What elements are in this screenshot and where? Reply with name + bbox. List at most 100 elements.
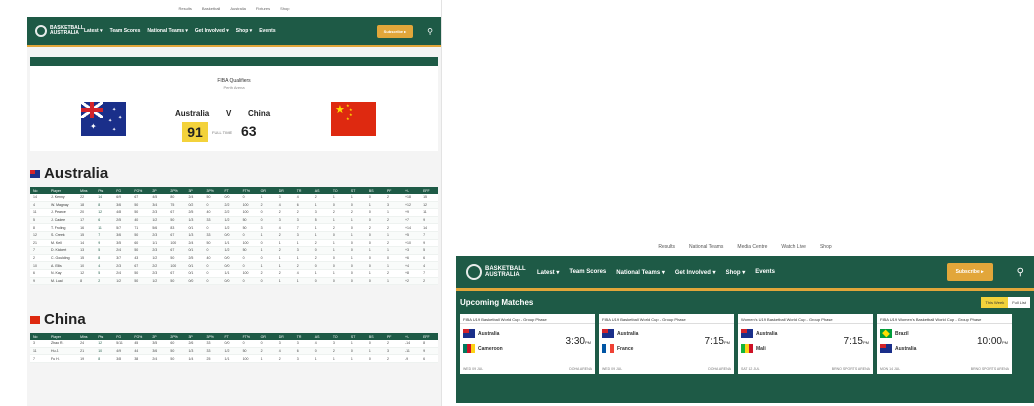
column-header[interactable]: 3P% [204,335,222,339]
player-name-link[interactable]: Fu H. [48,357,77,361]
player-name-link[interactable]: W. Magnay [48,203,77,207]
player-name-link[interactable]: C. Goulding [48,256,77,260]
column-header[interactable]: 3P% [204,189,222,193]
player-name-link[interactable]: J. Pearce [48,210,77,214]
player-name-link[interactable]: N. Kay [48,271,77,275]
search-icon[interactable]: ⚲ [427,27,433,36]
column-header[interactable]: Player [48,189,77,193]
column-header[interactable]: BS [366,335,384,339]
column-header[interactable]: OR [258,335,276,339]
column-header[interactable]: Mins [77,189,95,193]
column-header[interactable]: 2P% [167,189,185,193]
top-link[interactable]: Watch Live [781,244,806,250]
player-name-link[interactable]: M. Lual [48,279,77,283]
search-icon[interactable]: ⚲ [1017,267,1024,278]
nav-item-team-scores[interactable]: Team Scores [569,269,606,276]
table-cell: 9 [423,240,426,245]
nav-item-shop[interactable]: Shop ▾ [726,269,746,276]
player-name-link[interactable]: A. Ellis [48,264,77,268]
column-header[interactable]: PF [384,335,402,339]
nav-item-team-scores[interactable]: Team Scores [110,28,141,34]
nav-item-get-involved[interactable]: Get Involved ▾ [195,28,229,34]
toggle-this-week[interactable]: This Week [981,297,1009,308]
subscribe-button[interactable]: Subscribe ▸ [946,263,993,281]
box-score-body: 3 Zhao R. 24 12 5/11 45 3/5 60 2/6 33 0/0 0 0 3 3 4 3 1 0 2… [30,340,438,363]
column-header[interactable]: Player [48,335,77,339]
player-name-link[interactable]: T. Froling [48,226,77,230]
top-link[interactable]: Results [658,244,675,250]
column-header[interactable]: TO [330,189,348,193]
column-header[interactable]: +/- [402,335,420,339]
column-header[interactable]: 3P [185,335,203,339]
column-header[interactable]: FT [222,189,240,193]
table-cell: 67 [170,271,175,276]
top-link[interactable]: Media Centre [737,244,767,250]
toggle-full-list[interactable]: Full List [1008,297,1030,308]
column-header[interactable]: OR [258,189,276,193]
nav-item-national-teams[interactable]: National Teams ▾ [616,269,665,276]
column-header[interactable]: ST [348,335,366,339]
top-link[interactable]: National Teams [689,244,723,250]
column-header[interactable]: Pts [95,189,113,193]
column-header[interactable]: No [30,335,48,339]
match-card[interactable]: FIBA U19 Basketball World Cup - Group Ph… [460,314,595,374]
column-header[interactable]: 2P [149,189,167,193]
column-header[interactable]: 2P [149,335,167,339]
column-header[interactable]: DR [276,335,294,339]
column-header[interactable]: BS [366,189,384,193]
column-header[interactable]: FG [113,189,131,193]
top-link[interactable]: Australia [230,6,246,11]
column-header[interactable]: TO [330,335,348,339]
column-header[interactable]: FT% [240,189,258,193]
nav-item-events[interactable]: Events [755,269,775,276]
column-header[interactable]: TR [294,335,312,339]
player-name-link[interactable]: Zhao R. [48,341,77,345]
nav-item-national-teams[interactable]: National Teams ▾ [147,28,187,34]
table-cell: 1 [332,271,335,276]
nav-item-events[interactable]: Events [259,28,275,34]
match-card[interactable]: FIBA U19 Women's Basketball World Cup - … [877,314,1012,374]
column-header[interactable]: EFF [420,335,438,339]
nav-item-get-involved[interactable]: Get Involved ▾ [675,269,716,276]
match-time: 3:30PM [566,336,591,347]
column-header[interactable]: FT [222,335,240,339]
top-link[interactable]: Shop [820,244,832,250]
player-name-link[interactable]: S. Creek [48,233,77,237]
nav-item-latest[interactable]: Latest ▾ [537,269,559,276]
column-header[interactable]: FG [113,335,131,339]
top-link[interactable]: Results [179,6,192,11]
column-header[interactable]: AS [312,335,330,339]
column-header[interactable]: +/- [402,189,420,193]
column-header[interactable]: 3P [185,189,203,193]
column-header[interactable]: Pts [95,335,113,339]
player-name-link[interactable]: D. Kickert [48,248,77,252]
subscribe-button[interactable]: Subscribe ▸ [376,24,414,38]
site-logo[interactable]: BASKETBALL AUSTRALIA [466,264,526,280]
player-name-link[interactable]: Hu J. [48,349,77,353]
column-header[interactable]: No [30,189,48,193]
column-header[interactable]: PF [384,189,402,193]
column-header[interactable]: 2P% [167,335,185,339]
column-header[interactable]: FG% [131,189,149,193]
player-name-link[interactable]: M. Kell [48,241,77,245]
nav-item-shop[interactable]: Shop ▾ [236,28,252,34]
site-logo[interactable]: BASKETBALL AUSTRALIA [35,25,84,37]
column-header[interactable]: AS [312,189,330,193]
top-link[interactable]: Fixtures [256,6,270,11]
column-header[interactable]: TR [294,189,312,193]
column-header[interactable]: FT% [240,335,258,339]
match-card[interactable]: FIBA U19 Basketball World Cup - Group Ph… [599,314,734,374]
column-header[interactable]: EFF [420,189,438,193]
match-card[interactable]: Women's U19 Basketball World Cup - Group… [738,314,873,374]
column-header[interactable]: FG% [131,335,149,339]
top-link[interactable]: Basketball [202,6,220,11]
top-link[interactable]: Shop [280,6,289,11]
player-name-link[interactable]: J. Kenny [48,195,77,199]
table-cell: 2 [278,248,281,253]
column-header[interactable]: Mins [77,335,95,339]
column-header[interactable]: DR [276,189,294,193]
player-name-link[interactable]: J. Cadee [48,218,77,222]
table-cell: 6 [98,218,101,223]
nav-item-latest[interactable]: Latest ▾ [84,28,103,34]
column-header[interactable]: ST [348,189,366,193]
